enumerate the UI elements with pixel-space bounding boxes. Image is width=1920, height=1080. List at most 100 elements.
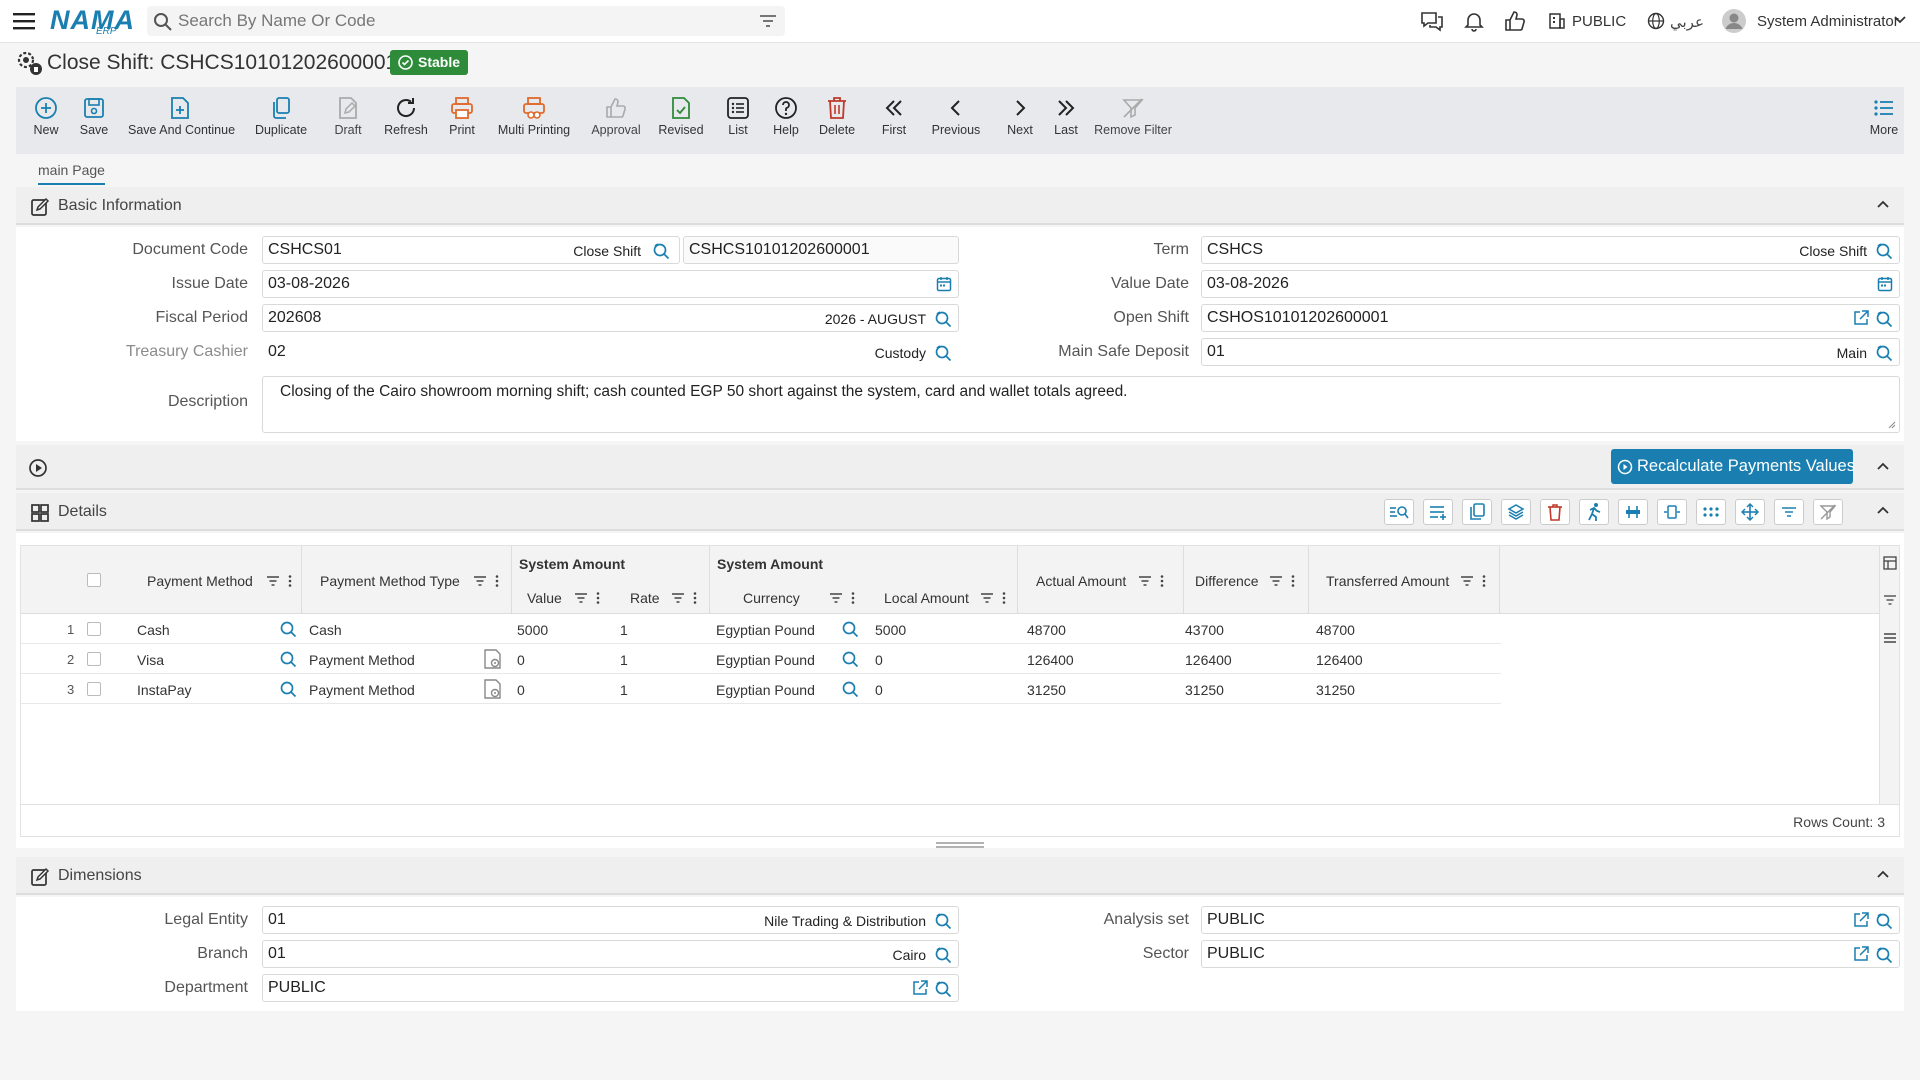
multi-printing-button[interactable]: Multi Printing [494, 95, 574, 137]
row-checkbox[interactable] [87, 622, 101, 636]
fiscal-period-field[interactable]: 202608 2026 - AUGUST [262, 304, 959, 332]
avatar-icon[interactable] [1721, 8, 1747, 34]
lookup-icon[interactable] [279, 680, 297, 698]
issue-date-field[interactable]: 03-08-2026 [262, 270, 959, 298]
document-number-field[interactable]: CSHCS10101202600001 [683, 236, 959, 264]
resize-handle-icon[interactable] [1888, 421, 1896, 429]
recalculate-payments-button[interactable]: Recalculate Payments Values [1611, 449, 1855, 484]
external-link-icon[interactable] [1853, 912, 1869, 928]
thumbs-up-icon[interactable] [1504, 10, 1526, 32]
columns-icon[interactable] [1883, 556, 1897, 570]
col-payment-method-type[interactable]: Payment Method Type [320, 573, 460, 589]
column-filter-icon[interactable] [473, 574, 501, 588]
fit-columns-button[interactable] [1657, 499, 1687, 525]
add-row-button[interactable] [1423, 499, 1453, 525]
run-action-button[interactable] [1579, 499, 1609, 525]
lookup-icon[interactable] [934, 310, 952, 328]
col-rate[interactable]: Rate [630, 590, 660, 606]
lookup-icon[interactable] [1875, 946, 1893, 964]
col-actual-amount[interactable]: Actual Amount [1036, 573, 1126, 589]
new-button[interactable]: New [28, 95, 64, 137]
column-filter-icon[interactable] [980, 591, 1008, 605]
last-button[interactable]: Last [1050, 95, 1082, 137]
filter-button[interactable] [1774, 499, 1804, 525]
row-checkbox[interactable] [87, 652, 101, 666]
save-and-continue-button[interactable]: Save And Continue [128, 95, 235, 137]
external-link-icon[interactable] [912, 980, 928, 996]
col-transferred-amount[interactable]: Transferred Amount [1326, 573, 1449, 589]
list-button[interactable]: List [724, 95, 752, 137]
sector-field[interactable]: PUBLIC [1201, 940, 1900, 968]
globe-icon[interactable] [1647, 12, 1665, 30]
lookup-icon[interactable] [1875, 310, 1893, 328]
column-filter-icon[interactable] [1138, 574, 1166, 588]
column-filter-icon[interactable] [1460, 574, 1488, 588]
lookup-icon[interactable] [934, 946, 952, 964]
filter-lines-icon[interactable] [1883, 594, 1897, 606]
lookup-icon[interactable] [841, 680, 859, 698]
lookup-icon[interactable] [279, 650, 297, 668]
chevron-up-icon[interactable] [1876, 869, 1890, 879]
document-settings-icon[interactable] [483, 678, 503, 700]
column-filter-icon[interactable] [829, 591, 857, 605]
chat-icon[interactable] [1420, 10, 1444, 32]
treasury-cashier-field[interactable]: 02 Custody [262, 338, 959, 366]
description-textarea[interactable]: Closing of the Cairo showroom morning sh… [262, 376, 1900, 433]
revised-button[interactable]: Revised [656, 95, 706, 137]
lookup-icon[interactable] [1875, 912, 1893, 930]
language-switch[interactable]: عربي [1670, 13, 1704, 31]
lookup-icon[interactable] [279, 620, 297, 638]
column-filter-icon[interactable] [574, 591, 602, 605]
dots-grid-button[interactable] [1696, 499, 1726, 525]
lookup-icon[interactable] [841, 650, 859, 668]
menu-icon[interactable] [12, 10, 36, 32]
department-field[interactable]: PUBLIC [262, 974, 959, 1002]
chevron-up-icon[interactable] [1876, 505, 1890, 515]
rows-menu-icon[interactable] [1883, 632, 1897, 644]
search-input[interactable] [178, 10, 738, 32]
copy-row-button[interactable] [1462, 499, 1492, 525]
value-date-field[interactable]: 03-08-2026 [1201, 270, 1900, 298]
clear-filter-button[interactable] [1813, 499, 1843, 525]
lookup-icon[interactable] [934, 344, 952, 362]
col-payment-method[interactable]: Payment Method [147, 573, 253, 589]
drag-resize-handle-icon[interactable] [936, 841, 984, 849]
lookup-icon[interactable] [934, 912, 952, 930]
basic-information-header[interactable]: Basic Information [16, 187, 1904, 225]
lookup-icon[interactable] [934, 980, 952, 998]
draft-button[interactable]: Draft [328, 95, 368, 137]
lookup-icon[interactable] [1875, 344, 1893, 362]
refresh-button[interactable]: Refresh [379, 95, 433, 137]
calendar-icon[interactable] [936, 276, 952, 292]
column-filter-icon[interactable] [266, 574, 294, 588]
col-value[interactable]: Value [527, 590, 562, 606]
help-button[interactable]: Help [771, 95, 801, 137]
more-button[interactable]: More [1868, 95, 1900, 137]
select-all-checkbox[interactable] [87, 573, 101, 587]
nama-logo[interactable]: NAMA ERP [48, 4, 134, 38]
delete-button[interactable]: Delete [819, 95, 855, 137]
table-row[interactable]: 1 Cash Cash 5000 1 Egyptian Pound 5000 4… [21, 614, 1501, 644]
cell-payment-method[interactable]: Cash [137, 622, 170, 638]
branch-field[interactable]: 01 Cairo [262, 940, 959, 968]
dimensions-header[interactable]: Dimensions [16, 857, 1904, 895]
public-label[interactable]: PUBLIC [1572, 13, 1626, 30]
table-row[interactable]: 2 Visa Payment Method 0 1 Egyptian Pound… [21, 644, 1501, 674]
approval-button[interactable]: Approval [588, 95, 644, 137]
cell-actual-amount[interactable]: 126400 [1027, 652, 1074, 668]
document-settings-icon[interactable] [483, 648, 503, 670]
cell-payment-method[interactable]: InstaPay [137, 682, 191, 698]
document-code-field[interactable]: CSHCS01 Close Shift [262, 236, 680, 264]
chevron-down-icon[interactable] [1894, 16, 1906, 24]
main-safe-deposit-field[interactable]: 01 Main [1201, 338, 1900, 366]
user-name[interactable]: System Administrator [1757, 13, 1899, 30]
cell-payment-method[interactable]: Visa [137, 652, 164, 668]
tab-main-page[interactable]: main Page [38, 162, 105, 185]
chevron-up-icon[interactable] [1876, 461, 1890, 471]
save-button[interactable]: Save [76, 95, 112, 137]
lookup-icon[interactable] [652, 242, 670, 260]
open-shift-field[interactable]: CSHOS10101202600001 [1201, 304, 1900, 332]
external-link-icon[interactable] [1853, 310, 1869, 326]
row-checkbox[interactable] [87, 682, 101, 696]
bell-icon[interactable] [1463, 10, 1485, 32]
